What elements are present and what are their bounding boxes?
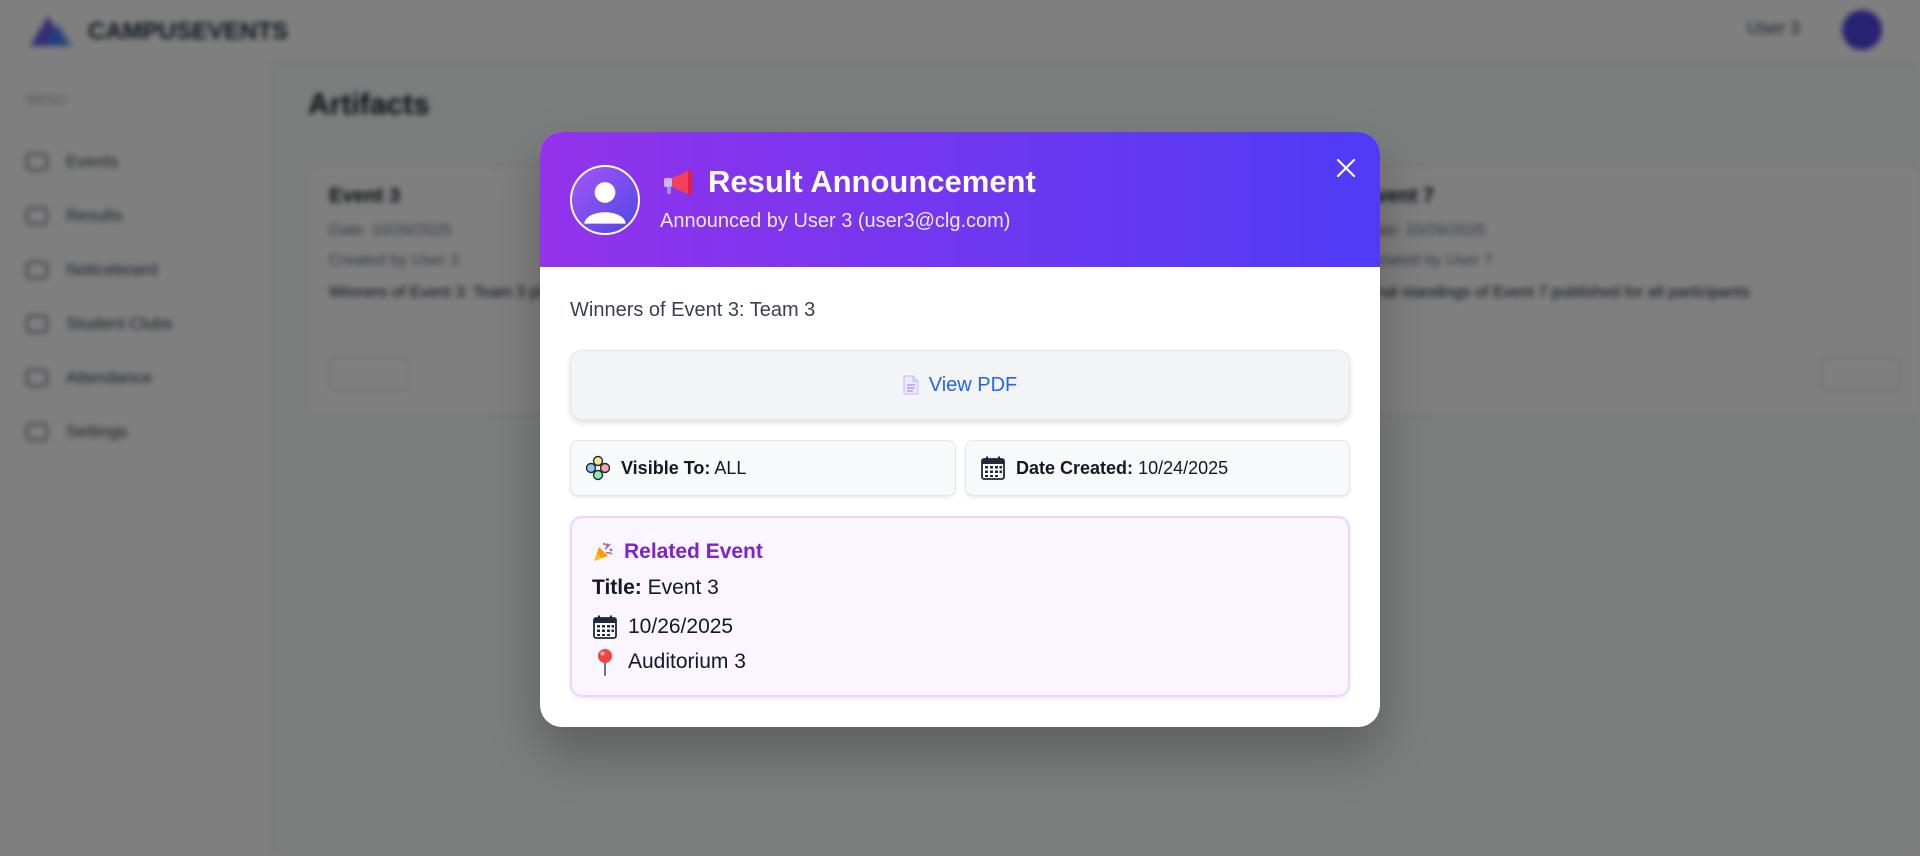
date-created-box: Date Created: 10/24/2025 [965, 440, 1350, 496]
announcement-modal: Result Announcement Announced by User 3 … [540, 132, 1380, 727]
document-icon [903, 375, 919, 395]
related-event-title: Title: Event 3 [592, 576, 719, 599]
calendar-icon [981, 456, 1005, 480]
modal-subtitle: Announced by User 3 (user3@clg.com) [660, 210, 1011, 232]
close-icon [1336, 158, 1356, 178]
related-event-heading: Related Event [592, 540, 763, 564]
announcer-avatar-icon [570, 165, 640, 235]
location-pin-icon [598, 649, 612, 676]
related-event-heading-label: Related Event [624, 540, 763, 563]
audience-icon [585, 455, 611, 481]
calendar-icon [593, 615, 617, 639]
party-popper-icon [594, 542, 613, 561]
close-button[interactable] [1332, 154, 1360, 182]
date-created-label: Date Created: [1016, 457, 1134, 478]
related-event-card: Related Event Title: Event 3 10/26/2025 [570, 516, 1350, 697]
related-event-venue: Auditorium 3 [592, 648, 746, 676]
visible-to-value: ALL [714, 457, 747, 478]
modal-title-row: Result Announcement [662, 164, 1036, 200]
view-pdf-label: View PDF [928, 373, 1018, 396]
visible-to-label: Visible To: [621, 457, 711, 478]
date-created-value: 10/24/2025 [1138, 457, 1229, 478]
modal-title: Result Announcement [708, 164, 1036, 199]
visible-to-box: Visible To: ALL [570, 440, 956, 496]
view-pdf-button[interactable]: View PDF [570, 350, 1350, 420]
related-event-date: 10/26/2025 [592, 614, 733, 640]
megaphone-icon [664, 170, 692, 195]
modal-header: Result Announcement Announced by User 3 … [540, 132, 1380, 267]
announcement-description: Winners of Event 3: Team 3 [570, 299, 816, 321]
